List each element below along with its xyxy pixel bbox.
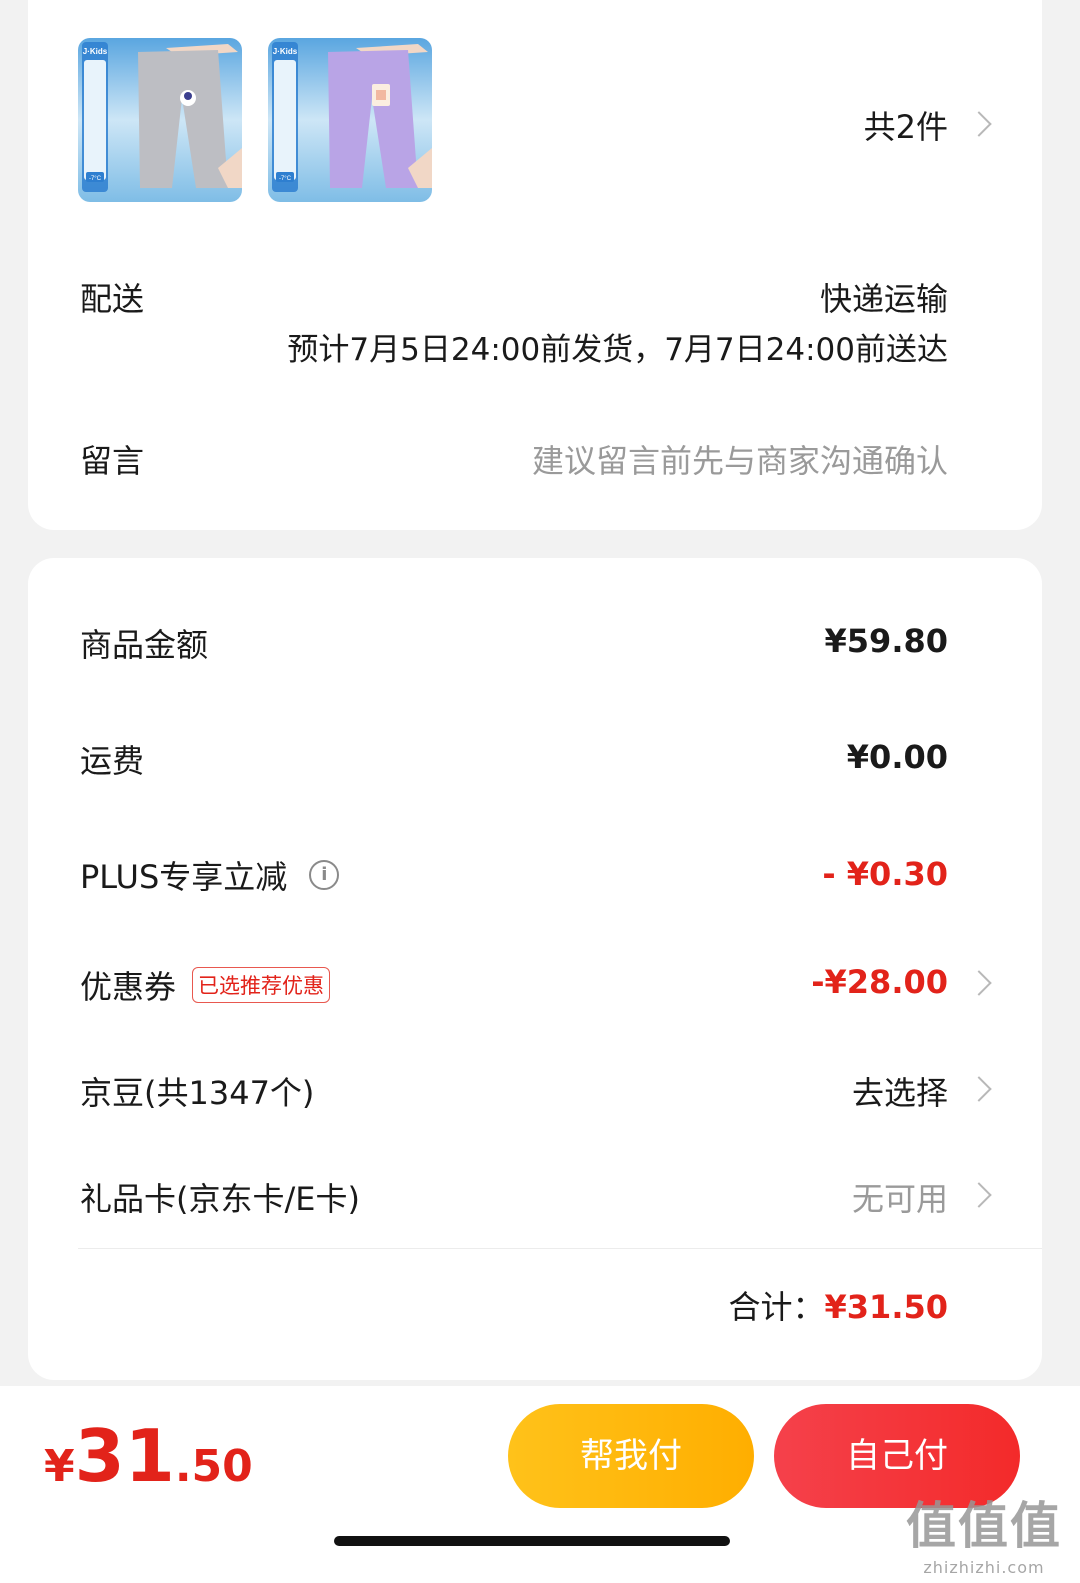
delivery-eta: 预计7月5日24:00前发货，7月7日24:00前送达 bbox=[287, 332, 948, 368]
home-indicator[interactable] bbox=[334, 1536, 730, 1546]
currency-symbol: ¥ bbox=[44, 1441, 75, 1492]
order-card: J·Kids -7°C J·Kids -7°C 共2件 配送 快递运输 预计7月… bbox=[28, 0, 1042, 530]
divider bbox=[78, 1248, 1042, 1249]
svg-text:J·Kids: J·Kids bbox=[83, 47, 108, 56]
checkout-bar: ¥31.50 帮我付 自己付 值值值 zhizhizhi.com bbox=[0, 1386, 1080, 1583]
amount-integer: 31 bbox=[74, 1414, 175, 1498]
chevron-right-icon[interactable] bbox=[966, 970, 992, 996]
plus-discount-value: - ¥0.30 bbox=[822, 855, 948, 893]
shipping-label: 运费 bbox=[80, 742, 145, 780]
coupon-label: 优惠券 bbox=[80, 968, 177, 1006]
watermark: 值值值 zhizhizhi.com bbox=[906, 1486, 1062, 1577]
svg-text:-7°C: -7°C bbox=[89, 176, 102, 182]
delivery-method[interactable]: 快递运输 bbox=[820, 274, 948, 320]
info-icon[interactable]: i bbox=[309, 860, 340, 890]
goods-amount-label: 商品金额 bbox=[80, 626, 209, 664]
help-me-pay-button[interactable]: 帮我付 bbox=[508, 1404, 754, 1508]
chevron-right-icon[interactable] bbox=[966, 1182, 992, 1208]
plus-discount-row: PLUS专享立减 i bbox=[80, 852, 340, 898]
purple-pants-image: J·Kids -7°C bbox=[268, 38, 432, 202]
payable-amount: ¥31.50 bbox=[44, 1414, 253, 1498]
gift-card-value[interactable]: 无可用 bbox=[852, 1174, 948, 1220]
plus-discount-label: PLUS专享立减 bbox=[80, 858, 288, 896]
total-label: 合计： bbox=[728, 1288, 825, 1326]
product-thumbnail-grey[interactable]: J·Kids -7°C bbox=[78, 38, 242, 202]
coupon-recommended-badge: 已选推荐优惠 bbox=[192, 967, 331, 1003]
product-thumbnail-purple[interactable]: J·Kids -7°C bbox=[268, 38, 432, 202]
svg-text:-7°C: -7°C bbox=[279, 176, 292, 182]
grey-pants-image: J·Kids -7°C bbox=[78, 38, 242, 202]
chevron-right-icon[interactable] bbox=[966, 1076, 992, 1102]
message-label: 留言 bbox=[80, 442, 145, 480]
total-row: 合计：¥31.50 bbox=[729, 1282, 949, 1328]
total-value: ¥31.50 bbox=[824, 1288, 948, 1326]
message-input[interactable]: 建议留言前先与商家沟通确认 bbox=[532, 436, 948, 482]
price-card: 商品金额 ¥59.80 运费 ¥0.00 PLUS专享立减 i - ¥0.30 优… bbox=[28, 558, 1042, 1380]
watermark-url: zhizhizhi.com bbox=[923, 1558, 1045, 1577]
coupon-value[interactable]: -¥28.00 bbox=[811, 963, 948, 1001]
jd-beans-label: 京豆(共1347个) bbox=[80, 1074, 315, 1112]
jd-beans-select[interactable]: 去选择 bbox=[852, 1068, 948, 1114]
items-count[interactable]: 共2件 bbox=[864, 102, 948, 148]
coupon-row: 优惠券 已选推荐优惠 bbox=[80, 962, 331, 1008]
svg-text:J·Kids: J·Kids bbox=[273, 47, 298, 56]
chevron-right-icon[interactable] bbox=[966, 111, 992, 137]
shipping-value: ¥0.00 bbox=[846, 738, 948, 776]
watermark-logo: 值值值 bbox=[906, 1497, 1062, 1555]
goods-amount-value: ¥59.80 bbox=[824, 622, 948, 660]
delivery-label: 配送 bbox=[80, 280, 145, 318]
amount-decimal: .50 bbox=[174, 1441, 253, 1492]
gift-card-label: 礼品卡(京东卡/E卡) bbox=[80, 1180, 360, 1218]
